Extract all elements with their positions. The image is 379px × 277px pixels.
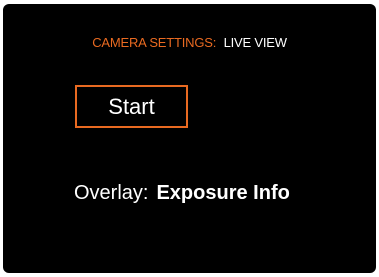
- camera-screen: CAMERA SETTINGS: LIVE VIEW Start Overlay…: [3, 4, 376, 273]
- camera-settings-label: CAMERA SETTINGS:: [92, 35, 217, 50]
- screen-header: CAMERA SETTINGS: LIVE VIEW: [3, 35, 376, 50]
- overlay-setting: Overlay: Exposure Info: [74, 182, 290, 205]
- overlay-value[interactable]: Exposure Info: [156, 182, 289, 204]
- live-view-mode: LIVE VIEW: [223, 35, 287, 50]
- overlay-label: Overlay:: [74, 182, 149, 204]
- start-button[interactable]: Start: [75, 85, 188, 128]
